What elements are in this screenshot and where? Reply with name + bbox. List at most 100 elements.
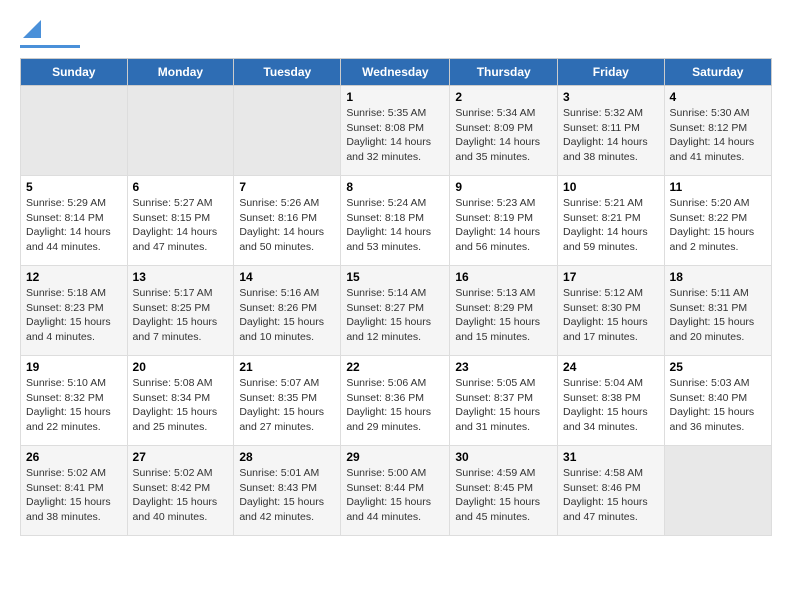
day-info: Sunrise: 5:27 AM Sunset: 8:15 PM Dayligh… bbox=[133, 196, 229, 255]
calendar-cell: 6 Sunrise: 5:27 AM Sunset: 8:15 PM Daylig… bbox=[127, 176, 234, 266]
day-info: Sunrise: 5:24 AM Sunset: 8:18 PM Dayligh… bbox=[346, 196, 444, 255]
day-info: Sunrise: 5:23 AM Sunset: 8:19 PM Dayligh… bbox=[455, 196, 552, 255]
day-number: 25 bbox=[670, 360, 766, 374]
day-number: 8 bbox=[346, 180, 444, 194]
calendar-cell bbox=[21, 86, 128, 176]
calendar-cell: 19Sunrise: 5:10 AM Sunset: 8:32 PM Dayli… bbox=[21, 356, 128, 446]
day-number: 12 bbox=[26, 270, 122, 284]
calendar-table: SundayMondayTuesdayWednesdayThursdayFrid… bbox=[20, 58, 772, 536]
logo-underline bbox=[20, 45, 80, 48]
day-info: Sunrise: 5:01 AM Sunset: 8:43 PM Dayligh… bbox=[239, 466, 335, 525]
page-header bbox=[20, 20, 772, 48]
day-number: 11 bbox=[670, 180, 766, 194]
day-number: 20 bbox=[133, 360, 229, 374]
day-number: 22 bbox=[346, 360, 444, 374]
day-info: Sunrise: 5:00 AM Sunset: 8:44 PM Dayligh… bbox=[346, 466, 444, 525]
day-number: 17 bbox=[563, 270, 659, 284]
calendar-cell: 29 Sunrise: 5:00 AM Sunset: 8:44 PM Dayli… bbox=[341, 446, 450, 536]
calendar-week-row: 12 Sunrise: 5:18 AM Sunset: 8:23 PM Dayli… bbox=[21, 266, 772, 356]
day-info: Sunrise: 5:02 AM Sunset: 8:41 PM Dayligh… bbox=[26, 466, 122, 525]
day-number: 26 bbox=[26, 450, 122, 464]
weekday-header-sunday: Sunday bbox=[21, 59, 128, 86]
weekday-header-row: SundayMondayTuesdayWednesdayThursdayFrid… bbox=[21, 59, 772, 86]
day-info: Sunrise: 5:20 AM Sunset: 8:22 PM Dayligh… bbox=[670, 196, 766, 255]
day-info: Sunrise: 5:08 AM Sunset: 8:34 PM Dayligh… bbox=[133, 376, 229, 435]
calendar-cell: 4Sunrise: 5:30 AM Sunset: 8:12 PM Daylig… bbox=[664, 86, 771, 176]
calendar-cell: 25Sunrise: 5:03 AM Sunset: 8:40 PM Dayli… bbox=[664, 356, 771, 446]
day-info: Sunrise: 5:11 AM Sunset: 8:31 PM Dayligh… bbox=[670, 286, 766, 345]
day-info: Sunrise: 5:35 AM Sunset: 8:08 PM Dayligh… bbox=[346, 106, 444, 165]
calendar-cell: 12 Sunrise: 5:18 AM Sunset: 8:23 PM Dayli… bbox=[21, 266, 128, 356]
day-number: 1 bbox=[346, 90, 444, 104]
day-info: Sunrise: 5:02 AM Sunset: 8:42 PM Dayligh… bbox=[133, 466, 229, 525]
day-info: Sunrise: 5:17 AM Sunset: 8:25 PM Dayligh… bbox=[133, 286, 229, 345]
day-info: Sunrise: 5:32 AM Sunset: 8:11 PM Dayligh… bbox=[563, 106, 659, 165]
calendar-cell: 26 Sunrise: 5:02 AM Sunset: 8:41 PM Dayli… bbox=[21, 446, 128, 536]
calendar-cell: 1 Sunrise: 5:35 AM Sunset: 8:08 PM Daylig… bbox=[341, 86, 450, 176]
calendar-week-row: 19Sunrise: 5:10 AM Sunset: 8:32 PM Dayli… bbox=[21, 356, 772, 446]
day-number: 2 bbox=[455, 90, 552, 104]
day-number: 30 bbox=[455, 450, 552, 464]
day-info: Sunrise: 5:06 AM Sunset: 8:36 PM Dayligh… bbox=[346, 376, 444, 435]
calendar-cell: 16Sunrise: 5:13 AM Sunset: 8:29 PM Dayli… bbox=[450, 266, 558, 356]
logo-icon bbox=[23, 20, 41, 38]
calendar-cell bbox=[664, 446, 771, 536]
calendar-week-row: 5Sunrise: 5:29 AM Sunset: 8:14 PM Daylig… bbox=[21, 176, 772, 266]
calendar-header: SundayMondayTuesdayWednesdayThursdayFrid… bbox=[21, 59, 772, 86]
calendar-cell: 27 Sunrise: 5:02 AM Sunset: 8:42 PM Dayli… bbox=[127, 446, 234, 536]
day-info: Sunrise: 5:34 AM Sunset: 8:09 PM Dayligh… bbox=[455, 106, 552, 165]
day-number: 21 bbox=[239, 360, 335, 374]
day-info: Sunrise: 4:59 AM Sunset: 8:45 PM Dayligh… bbox=[455, 466, 552, 525]
day-number: 10 bbox=[563, 180, 659, 194]
calendar-cell: 18 Sunrise: 5:11 AM Sunset: 8:31 PM Dayli… bbox=[664, 266, 771, 356]
day-number: 14 bbox=[239, 270, 335, 284]
day-number: 3 bbox=[563, 90, 659, 104]
day-number: 31 bbox=[563, 450, 659, 464]
calendar-cell: 13 Sunrise: 5:17 AM Sunset: 8:25 PM Dayli… bbox=[127, 266, 234, 356]
calendar-cell bbox=[127, 86, 234, 176]
calendar-cell: 3 Sunrise: 5:32 AM Sunset: 8:11 PM Daylig… bbox=[558, 86, 665, 176]
day-number: 9 bbox=[455, 180, 552, 194]
calendar-cell: 20 Sunrise: 5:08 AM Sunset: 8:34 PM Dayli… bbox=[127, 356, 234, 446]
day-info: Sunrise: 5:14 AM Sunset: 8:27 PM Dayligh… bbox=[346, 286, 444, 345]
calendar-cell: 14 Sunrise: 5:16 AM Sunset: 8:26 PM Dayli… bbox=[234, 266, 341, 356]
calendar-cell: 8 Sunrise: 5:24 AM Sunset: 8:18 PM Daylig… bbox=[341, 176, 450, 266]
day-info: Sunrise: 5:12 AM Sunset: 8:30 PM Dayligh… bbox=[563, 286, 659, 345]
day-info: Sunrise: 5:05 AM Sunset: 8:37 PM Dayligh… bbox=[455, 376, 552, 435]
day-number: 18 bbox=[670, 270, 766, 284]
calendar-week-row: 1 Sunrise: 5:35 AM Sunset: 8:08 PM Daylig… bbox=[21, 86, 772, 176]
day-info: Sunrise: 5:21 AM Sunset: 8:21 PM Dayligh… bbox=[563, 196, 659, 255]
calendar-cell: 28 Sunrise: 5:01 AM Sunset: 8:43 PM Dayli… bbox=[234, 446, 341, 536]
calendar-cell: 15 Sunrise: 5:14 AM Sunset: 8:27 PM Dayli… bbox=[341, 266, 450, 356]
day-info: Sunrise: 5:18 AM Sunset: 8:23 PM Dayligh… bbox=[26, 286, 122, 345]
day-info: Sunrise: 5:04 AM Sunset: 8:38 PM Dayligh… bbox=[563, 376, 659, 435]
day-number: 27 bbox=[133, 450, 229, 464]
calendar-cell bbox=[234, 86, 341, 176]
weekday-header-wednesday: Wednesday bbox=[341, 59, 450, 86]
day-info: Sunrise: 5:16 AM Sunset: 8:26 PM Dayligh… bbox=[239, 286, 335, 345]
day-number: 28 bbox=[239, 450, 335, 464]
logo bbox=[20, 20, 80, 48]
calendar-cell: 2 Sunrise: 5:34 AM Sunset: 8:09 PM Daylig… bbox=[450, 86, 558, 176]
weekday-header-thursday: Thursday bbox=[450, 59, 558, 86]
day-info: Sunrise: 5:10 AM Sunset: 8:32 PM Dayligh… bbox=[26, 376, 122, 435]
day-number: 13 bbox=[133, 270, 229, 284]
day-number: 6 bbox=[133, 180, 229, 194]
day-number: 15 bbox=[346, 270, 444, 284]
calendar-body: 1 Sunrise: 5:35 AM Sunset: 8:08 PM Daylig… bbox=[21, 86, 772, 536]
calendar-cell: 5Sunrise: 5:29 AM Sunset: 8:14 PM Daylig… bbox=[21, 176, 128, 266]
day-info: Sunrise: 5:26 AM Sunset: 8:16 PM Dayligh… bbox=[239, 196, 335, 255]
calendar-week-row: 26 Sunrise: 5:02 AM Sunset: 8:41 PM Dayli… bbox=[21, 446, 772, 536]
day-info: Sunrise: 5:29 AM Sunset: 8:14 PM Dayligh… bbox=[26, 196, 122, 255]
weekday-header-saturday: Saturday bbox=[664, 59, 771, 86]
calendar-cell: 24Sunrise: 5:04 AM Sunset: 8:38 PM Dayli… bbox=[558, 356, 665, 446]
day-number: 29 bbox=[346, 450, 444, 464]
day-number: 7 bbox=[239, 180, 335, 194]
calendar-cell: 22 Sunrise: 5:06 AM Sunset: 8:36 PM Dayli… bbox=[341, 356, 450, 446]
weekday-header-monday: Monday bbox=[127, 59, 234, 86]
calendar-cell: 10 Sunrise: 5:21 AM Sunset: 8:21 PM Dayli… bbox=[558, 176, 665, 266]
weekday-header-friday: Friday bbox=[558, 59, 665, 86]
calendar-cell: 7 Sunrise: 5:26 AM Sunset: 8:16 PM Daylig… bbox=[234, 176, 341, 266]
day-info: Sunrise: 5:13 AM Sunset: 8:29 PM Dayligh… bbox=[455, 286, 552, 345]
weekday-header-tuesday: Tuesday bbox=[234, 59, 341, 86]
